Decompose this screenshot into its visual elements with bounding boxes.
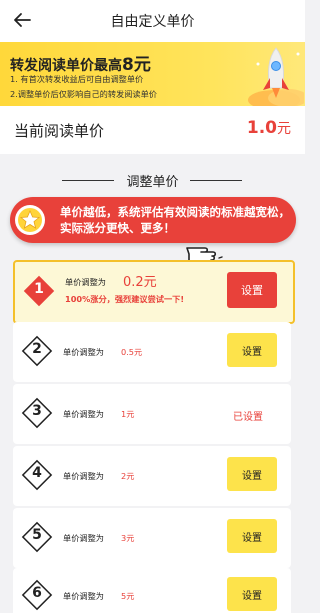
option-price: 0.5元 <box>121 347 143 357</box>
tip-banner: 单价越低，系统评估有效阅读的标准越宽松，实际涨分更快、更多！ <box>10 197 296 243</box>
option-number-4: 4 <box>23 461 51 489</box>
set-button[interactable]: 设置 <box>227 457 277 491</box>
price-option-6: 6 单价调整为 5元 设置 <box>13 568 291 613</box>
option-number-5: 5 <box>23 523 51 551</box>
set-button[interactable]: 设置 <box>227 519 277 553</box>
set-button[interactable]: 设置 <box>227 333 277 367</box>
option-number-1-label: 1 <box>34 281 44 297</box>
option-number-3-label: 3 <box>32 403 42 419</box>
option-price: 0.2元 <box>123 275 157 290</box>
option-desc: 单价调整为 <box>63 471 104 481</box>
option-price: 5元 <box>121 591 135 601</box>
back-arrow-icon[interactable] <box>10 8 34 32</box>
option-number-2-label: 2 <box>32 341 42 357</box>
tip-text: 单价越低，系统评估有效阅读的标准越宽松，实际涨分更快、更多！ <box>60 205 290 235</box>
page-title: 自由定义单价 <box>110 14 195 30</box>
option-number-2: 2 <box>23 337 51 365</box>
option-desc: 单价调整为 <box>63 533 104 543</box>
option-price: 3元 <box>121 533 135 543</box>
section-title: 调整单价 <box>126 175 179 190</box>
banner-rule-2: 2.调整单价后仅影响自己的转发阅读单价 <box>10 89 157 99</box>
banner-headline-prefix: 转发阅读单价最高 <box>10 58 122 74</box>
option-desc: 单价调整为 <box>63 347 104 357</box>
option-note: 100%涨分，强烈建议尝试一下! <box>65 294 185 304</box>
banner-headline-highlight: 8元 <box>122 55 151 75</box>
set-button[interactable]: 设置 <box>227 272 277 308</box>
promo-banner: 转发阅读单价最高8元 1. 有首次转发收益后可自由调整单价 2.调整单价后仅影响… <box>0 42 305 106</box>
option-number-5-label: 5 <box>32 527 42 543</box>
option-desc: 单价调整为 <box>63 409 104 419</box>
option-price: 1元 <box>121 409 135 419</box>
option-number-3: 3 <box>23 399 51 427</box>
option-number-1: 1 <box>25 277 53 305</box>
banner-rule-1: 1. 有首次转发收益后可自由调整单价 <box>10 74 144 84</box>
price-option-1: 1 单价调整为 0.2元 100%涨分，强烈建议尝试一下! 设置 <box>13 260 295 324</box>
option-number-4-label: 4 <box>32 465 42 481</box>
banner-headline: 转发阅读单价最高8元 <box>10 50 151 75</box>
rocket-icon <box>248 47 304 106</box>
current-price-row: 当前阅读单价 1.0元 <box>0 106 305 154</box>
section-divider-right <box>190 180 242 181</box>
option-desc: 单价调整为 <box>63 591 104 601</box>
option-price: 2元 <box>121 471 135 481</box>
current-price-unit: 元 <box>277 121 291 137</box>
price-option-5: 5 单价调整为 3元 设置 <box>13 508 291 568</box>
nav-bar: 自由定义单价 <box>0 0 305 42</box>
price-option-2: 2 单价调整为 0.5元 设置 <box>13 322 291 382</box>
current-price-value: 1.0元 <box>247 118 291 138</box>
current-price-number: 1.0 <box>246 118 277 138</box>
option-number-6: 6 <box>23 581 51 609</box>
already-set-label: 已设置 <box>233 412 263 423</box>
star-icon <box>15 205 45 235</box>
option-desc: 单价调整为 <box>65 277 106 287</box>
current-price-label: 当前阅读单价 <box>14 122 105 140</box>
option-number-6-label: 6 <box>32 585 42 601</box>
price-option-4: 4 单价调整为 2元 设置 <box>13 446 291 506</box>
set-button[interactable]: 设置 <box>227 577 277 611</box>
price-option-3: 3 单价调整为 1元 已设置 <box>13 384 291 444</box>
